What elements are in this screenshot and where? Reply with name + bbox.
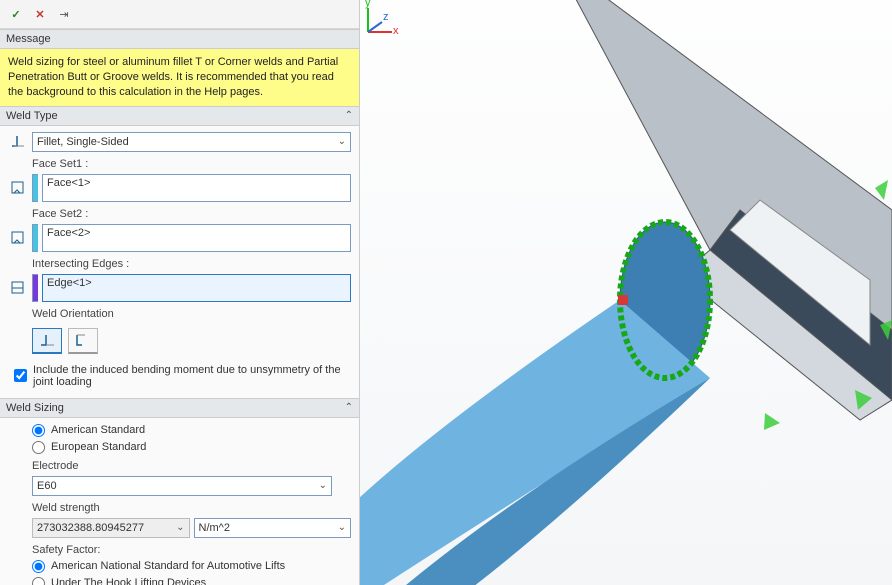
axis-triad-icon: y x z: [360, 0, 400, 40]
section-title: Weld Type: [6, 110, 58, 122]
stripe: [32, 174, 38, 202]
face-set1-list[interactable]: Face<1>: [42, 174, 351, 202]
3d-model: [360, 0, 892, 585]
pushpin-button[interactable]: ⇥: [56, 6, 72, 22]
weld-sizing-header[interactable]: Weld Sizing ⌃: [0, 398, 359, 418]
radio-label: Under The Hook Lifting Devices: [51, 577, 206, 585]
3d-viewport[interactable]: y x z: [360, 0, 892, 585]
svg-text:z: z: [383, 11, 389, 23]
svg-text:x: x: [393, 25, 399, 37]
radio-label: American National Standard for Automotiv…: [51, 560, 285, 572]
checkbox-label: Include the induced bending moment due t…: [33, 364, 351, 388]
electrode-label: Electrode: [32, 460, 351, 472]
strength-unit-dropdown[interactable]: N/m^2 ⌄: [194, 518, 352, 538]
face-set2-list[interactable]: Face<2>: [42, 224, 351, 252]
sf-automotive-radio[interactable]: [32, 560, 45, 573]
svg-text:y: y: [365, 0, 371, 9]
edges-label: Intersecting Edges :: [32, 258, 351, 270]
face-set2-label: Face Set2 :: [32, 208, 351, 220]
edge-icon: [8, 278, 28, 298]
list-item: Face<1>: [47, 177, 90, 189]
message-body: Weld sizing for steel or aluminum fillet…: [0, 49, 359, 106]
sf-lifting-radio[interactable]: [32, 577, 45, 585]
dropdown-value: Fillet, Single-Sided: [37, 136, 129, 148]
face-icon: [8, 228, 28, 248]
face-set1-label: Face Set1 :: [32, 158, 351, 170]
chevron-up-icon: ⌃: [345, 402, 353, 413]
strength-value-field: 273032388.80945277 ⌄: [32, 518, 190, 538]
dropdown-value: N/m^2: [199, 522, 230, 534]
strength-label: Weld strength: [32, 502, 351, 514]
message-header[interactable]: Message: [0, 29, 359, 49]
chevron-down-icon: ⌄: [176, 522, 184, 533]
chevron-down-icon: ⌄: [338, 522, 346, 533]
european-standard-radio[interactable]: [32, 441, 45, 454]
weld-type-dropdown[interactable]: Fillet, Single-Sided ⌄: [32, 132, 351, 152]
radio-label: European Standard: [51, 441, 146, 453]
cancel-button[interactable]: ✕: [32, 6, 48, 22]
orientation-1-button[interactable]: [32, 328, 62, 354]
edges-list[interactable]: Edge<1>: [42, 274, 351, 302]
list-item: Edge<1>: [47, 277, 92, 289]
american-standard-radio[interactable]: [32, 424, 45, 437]
electrode-dropdown[interactable]: E60 ⌄: [32, 476, 332, 496]
field-value: 273032388.80945277: [37, 522, 144, 534]
chevron-down-icon: ⌄: [338, 136, 346, 147]
radio-label: American Standard: [51, 424, 145, 436]
stripe: [32, 224, 38, 252]
bending-moment-checkbox[interactable]: [14, 369, 27, 382]
orientation-2-button[interactable]: [68, 328, 98, 354]
safety-factor-label: Safety Factor:: [32, 544, 351, 556]
ok-button[interactable]: ✓: [8, 6, 24, 22]
section-title: Weld Sizing: [6, 402, 64, 414]
face-icon: [8, 178, 28, 198]
weld-type-header[interactable]: Weld Type ⌃: [0, 106, 359, 126]
dropdown-value: E60: [37, 480, 57, 492]
weld-type-icon: [8, 132, 28, 152]
message-title: Message: [6, 33, 51, 45]
chevron-down-icon: ⌄: [319, 480, 327, 491]
list-item: Face<2>: [47, 227, 90, 239]
chevron-up-icon: ⌃: [345, 110, 353, 121]
stripe: [32, 274, 38, 302]
orientation-label: Weld Orientation: [32, 308, 351, 320]
